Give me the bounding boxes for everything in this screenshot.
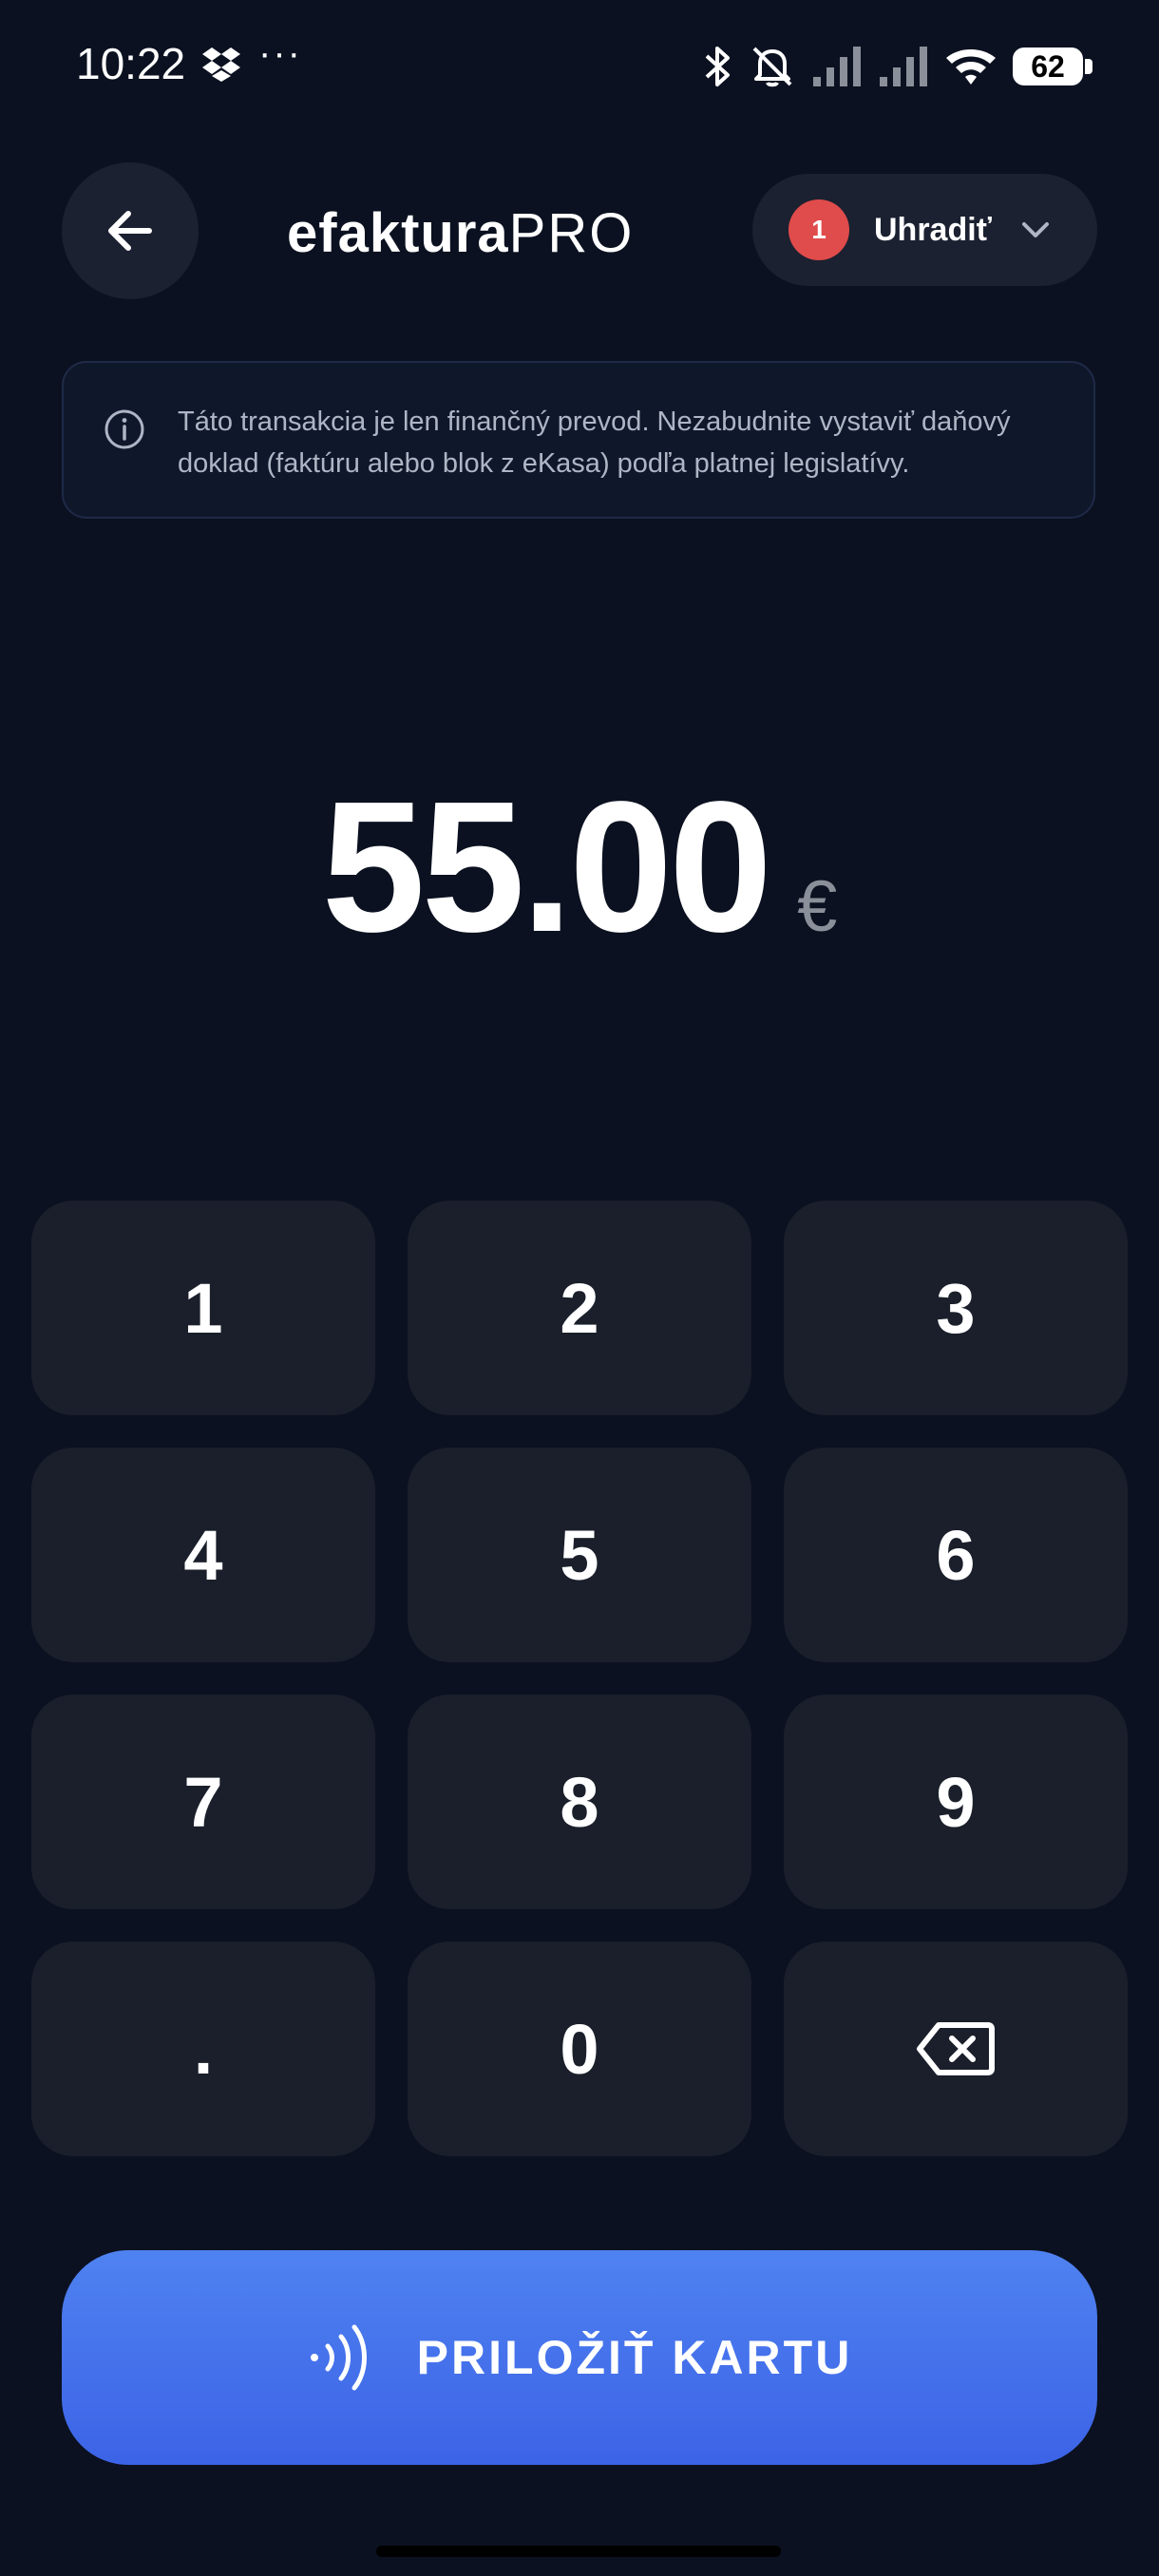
home-indicator[interactable] [376,2546,781,2557]
amount-display: 55.00 € [0,760,1159,974]
key-2[interactable]: 2 [408,1201,751,1415]
payment-mode-dropdown[interactable]: 1 Uhradiť [752,174,1097,286]
key-decimal[interactable]: . [31,1941,375,2156]
key-0[interactable]: 0 [408,1941,751,2156]
status-more-icon: ··· [258,32,302,74]
info-icon [104,409,144,449]
wifi-icon [946,49,996,85]
key-backspace[interactable] [784,1941,1128,2156]
battery-icon: 62 [1013,47,1092,85]
key-4[interactable]: 4 [31,1448,375,1662]
attach-card-button[interactable]: PRILOŽIŤ KARTU [62,2250,1097,2465]
logo-main-text: efaktura [287,201,509,264]
key-6[interactable]: 6 [784,1448,1128,1662]
info-banner: Táto transakcia je len finančný prevod. … [62,361,1095,519]
logo-pro-text: PRO [508,201,635,264]
bluetooth-icon [705,47,730,86]
key-7[interactable]: 7 [31,1695,375,1909]
signal-icon [813,47,861,86]
status-icons: 62 [701,40,1092,93]
dropbox-icon [202,47,240,82]
amount-value: 55.00 [321,763,772,971]
payment-screen: 10:22 ··· 62 efaktura PRO 1 Uhradiť Táto… [0,0,1159,2576]
back-button[interactable] [62,162,199,299]
arrow-left-icon [108,211,152,251]
bell-off-icon [752,47,792,87]
backspace-icon [917,2022,995,2075]
key-8[interactable]: 8 [408,1695,751,1909]
status-bar: 10:22 ··· 62 [0,0,1159,133]
efaktura-logo: efaktura PRO [287,195,634,271]
payment-count-badge: 1 [788,199,849,260]
key-9[interactable]: 9 [784,1695,1128,1909]
key-3[interactable]: 3 [784,1201,1128,1415]
signal-icon [880,47,927,86]
attach-card-label: PRILOŽIŤ KARTU [416,2331,853,2384]
nfc-icon [310,2324,367,2391]
payment-mode-label: Uhradiť [874,211,992,248]
status-time: 10:22 [76,39,186,88]
key-1[interactable]: 1 [31,1201,375,1415]
info-text: Táto transakcia je len finančný prevod. … [178,407,1011,479]
chevron-down-icon [1021,222,1049,237]
key-5[interactable]: 5 [408,1448,751,1662]
amount-currency: € [797,866,838,947]
